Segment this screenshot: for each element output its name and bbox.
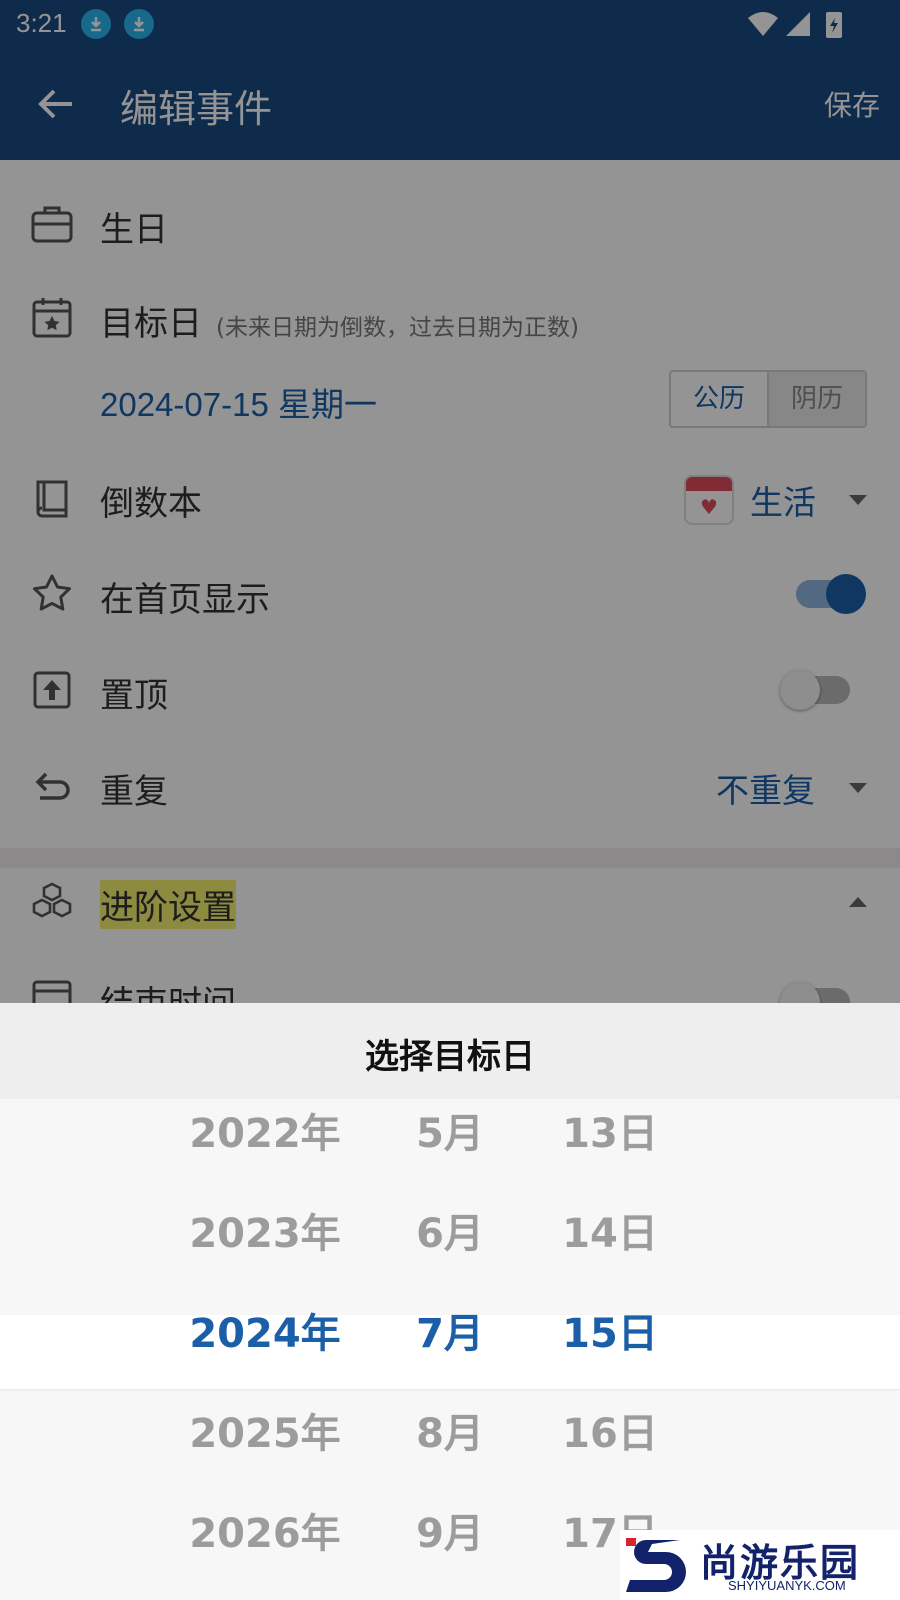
- day-option[interactable]: 14日: [545, 1201, 675, 1259]
- year-option[interactable]: 2025年: [180, 1401, 350, 1459]
- month-option[interactable]: 9月: [390, 1501, 510, 1559]
- month-option[interactable]: 6月: [390, 1201, 510, 1259]
- day-option-selected[interactable]: 15日: [545, 1301, 675, 1359]
- month-option[interactable]: 8月: [390, 1401, 510, 1459]
- watermark-subtext: SHYIYUANYK.COM: [728, 1578, 846, 1593]
- month-option[interactable]: 5月: [390, 1101, 510, 1159]
- sheet-title: 选择目标日: [365, 1037, 535, 1077]
- year-option[interactable]: 2023年: [180, 1201, 350, 1259]
- sheet-header: 选择目标日: [0, 1003, 900, 1099]
- modal-scrim[interactable]: [0, 160, 900, 1003]
- site-watermark: 尚游乐园 SHYIYUANYK.COM: [620, 1530, 900, 1600]
- year-option[interactable]: 2022年: [180, 1101, 350, 1159]
- date-picker-sheet: 选择目标日 2022年 2023年 2024年 2025年 2026年 5月 6…: [0, 1003, 900, 1600]
- watermark-logo-icon: [624, 1532, 688, 1596]
- month-option-selected[interactable]: 7月: [390, 1301, 510, 1359]
- year-option-selected[interactable]: 2024年: [180, 1301, 350, 1359]
- modal-scrim[interactable]: [0, 0, 900, 160]
- day-option[interactable]: 16日: [545, 1401, 675, 1459]
- year-option[interactable]: 2026年: [180, 1501, 350, 1559]
- day-option[interactable]: 13日: [545, 1101, 675, 1159]
